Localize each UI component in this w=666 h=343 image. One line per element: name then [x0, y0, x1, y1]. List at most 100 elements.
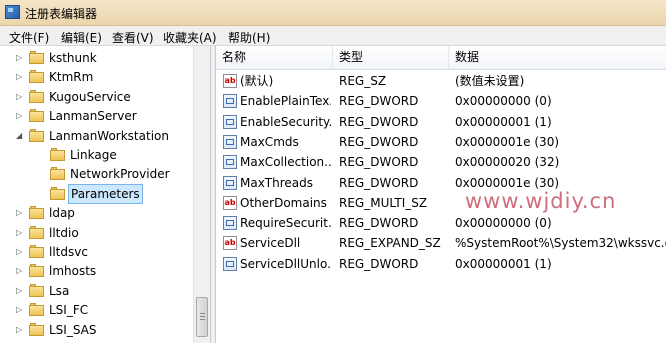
tree-item[interactable]: ▷ ksthunk [0, 48, 193, 68]
binary-value-icon [223, 216, 237, 231]
tree-item-label: NetworkProvider [70, 167, 170, 182]
folder-icon [50, 167, 65, 181]
registry-editor-icon [5, 5, 20, 19]
tree-item-label: KugouService [49, 89, 131, 104]
expand-arrow-icon[interactable]: ▷ [16, 261, 25, 281]
folder-icon [29, 322, 44, 337]
list-header: 名称 类型 数据 [216, 46, 666, 70]
binary-value-icon [223, 114, 237, 129]
tree-item-label: lmhosts [49, 264, 97, 279]
tree-item[interactable]: ▷ KugouService [0, 87, 193, 107]
tree-item[interactable]: Linkage [0, 145, 193, 165]
value-name: ServiceDllUnlo... [240, 256, 331, 271]
folder-icon [29, 206, 44, 220]
value-type: REG_MULTI_SZ [339, 195, 428, 210]
value-type: REG_EXPAND_SZ [339, 236, 441, 251]
value-row[interactable]: MaxCollection... REG_DWORD 0x00000020 (32) [216, 152, 666, 172]
window-title: 注册表编辑器 [25, 7, 98, 21]
menu-bar: 文件(F) 编辑(E) 查看(V) 收藏夹(A) 帮助(H) [0, 26, 666, 46]
folder-icon [29, 245, 44, 259]
folder-icon [29, 303, 44, 317]
tree-item[interactable]: Parameters [0, 183, 193, 204]
value-type: REG_DWORD [339, 216, 419, 231]
string-value-icon: ab [223, 74, 237, 88]
value-row[interactable]: EnableSecurity... REG_DWORD 0x00000001 (1) [216, 112, 666, 132]
value-row[interactable]: ab (默认) REG_SZ (数值未设置) [216, 71, 666, 91]
expand-arrow-icon[interactable]: ▷ [16, 67, 25, 87]
tree-item-label: LSI_SAS [49, 322, 97, 337]
value-type: REG_DWORD [339, 134, 419, 149]
folder-icon [29, 128, 44, 143]
collapse-arrow-icon[interactable]: ◢ [16, 126, 25, 146]
value-data: 0x00000000 (0) [455, 216, 552, 231]
folder-icon [29, 51, 44, 65]
menu-file[interactable]: 文件(F) [9, 29, 49, 46]
tree-item[interactable]: ▷ LSI_FC [0, 300, 193, 320]
expand-arrow-icon[interactable]: ▷ [16, 48, 25, 68]
menu-help[interactable]: 帮助(H) [228, 29, 270, 46]
value-data: 0x0000001e (30) [455, 134, 560, 149]
key-tree: ▷ ksthunk ▷ KtmRm ▷ KugouService ▷ LanmanServer… [0, 46, 210, 343]
string-value-icon: ab [223, 195, 237, 210]
binary-value-icon [223, 94, 237, 109]
tree-item-label: ksthunk [49, 51, 97, 65]
tree-item[interactable]: ▷ LanmanServer [0, 106, 193, 126]
column-name[interactable]: 名称 [216, 46, 333, 69]
value-type: REG_SZ [339, 74, 387, 88]
expand-arrow-icon[interactable]: ▷ [16, 242, 25, 262]
value-data: 0x00000020 (32) [455, 155, 560, 170]
value-name: MaxCmds [240, 134, 299, 149]
expand-arrow-icon[interactable]: ▷ [16, 300, 25, 320]
expand-arrow-icon[interactable]: ▷ [16, 320, 25, 340]
value-name: (默认) [240, 74, 274, 88]
value-data: 0x00000000 (0) [455, 94, 552, 109]
watermark: www.wjdiy.cn [465, 189, 617, 213]
tree-item[interactable]: ▷ ldap [0, 203, 193, 223]
value-name: OtherDomains [240, 195, 327, 210]
tree-item[interactable]: ◢ LanmanWorkstation [0, 126, 193, 146]
tree-item[interactable]: NetworkProvider [0, 164, 193, 184]
menu-favorites[interactable]: 收藏夹(A) [163, 29, 217, 46]
value-name: MaxThreads [240, 175, 314, 190]
tree-item[interactable]: ▷ KtmRm [0, 67, 193, 87]
tree-item-label: LSI_FC [49, 303, 89, 318]
value-data: %SystemRoot%\System32\wkssvc.dll [455, 236, 666, 251]
value-row[interactable]: EnablePlainTex... REG_DWORD 0x00000000 (0) [216, 91, 666, 111]
tree-item[interactable]: ▷ LSI_SAS [0, 320, 193, 340]
tree-item[interactable]: ▷ lltdio [0, 223, 193, 243]
tree-item-label: ldap [49, 206, 75, 221]
expand-arrow-icon[interactable]: ▷ [16, 106, 25, 126]
tree-item-label: Parameters [68, 183, 143, 204]
expand-arrow-icon[interactable]: ▷ [16, 203, 25, 223]
menu-edit[interactable]: 编辑(E) [61, 29, 102, 46]
tree-item[interactable]: ▷ lmhosts [0, 261, 193, 281]
value-row[interactable]: ServiceDllUnlo... REG_DWORD 0x00000001 (1) [216, 254, 666, 274]
tree-item[interactable]: ▷ lltdsvc [0, 242, 193, 262]
tree-scrollbar-thumb[interactable] [196, 297, 208, 337]
value-row[interactable]: ab ServiceDll REG_EXPAND_SZ %SystemRoot%\Sy… [216, 233, 666, 253]
value-row[interactable]: RequireSecurit... REG_DWORD 0x00000000 (0) [216, 213, 666, 233]
value-name: EnableSecurity... [240, 114, 331, 129]
value-type: REG_DWORD [339, 114, 419, 129]
folder-icon [29, 283, 44, 298]
expand-arrow-icon[interactable]: ▷ [16, 87, 25, 107]
tree-item-label: Linkage [70, 148, 117, 162]
tree-item-label: Lsa [49, 283, 70, 298]
value-name: EnablePlainTex... [240, 94, 331, 109]
expand-arrow-icon[interactable]: ▷ [16, 281, 25, 301]
value-data: (数值未设置) [455, 74, 525, 88]
expand-arrow-icon[interactable]: ▷ [16, 223, 25, 243]
value-type: REG_DWORD [339, 155, 419, 170]
column-data[interactable]: 数据 [449, 46, 666, 69]
binary-value-icon [223, 256, 237, 271]
value-type: REG_DWORD [339, 94, 419, 109]
folder-icon [50, 186, 65, 201]
string-value-icon: ab [223, 236, 237, 251]
value-type: REG_DWORD [339, 256, 419, 271]
tree-item[interactable]: ▷ Lsa [0, 281, 193, 301]
value-row[interactable]: MaxCmds REG_DWORD 0x0000001e (30) [216, 132, 666, 152]
title-bar: 注册表编辑器 [0, 0, 666, 26]
column-type[interactable]: 类型 [333, 46, 449, 69]
tree-scrollbar[interactable] [193, 46, 210, 343]
menu-view[interactable]: 查看(V) [112, 29, 154, 46]
